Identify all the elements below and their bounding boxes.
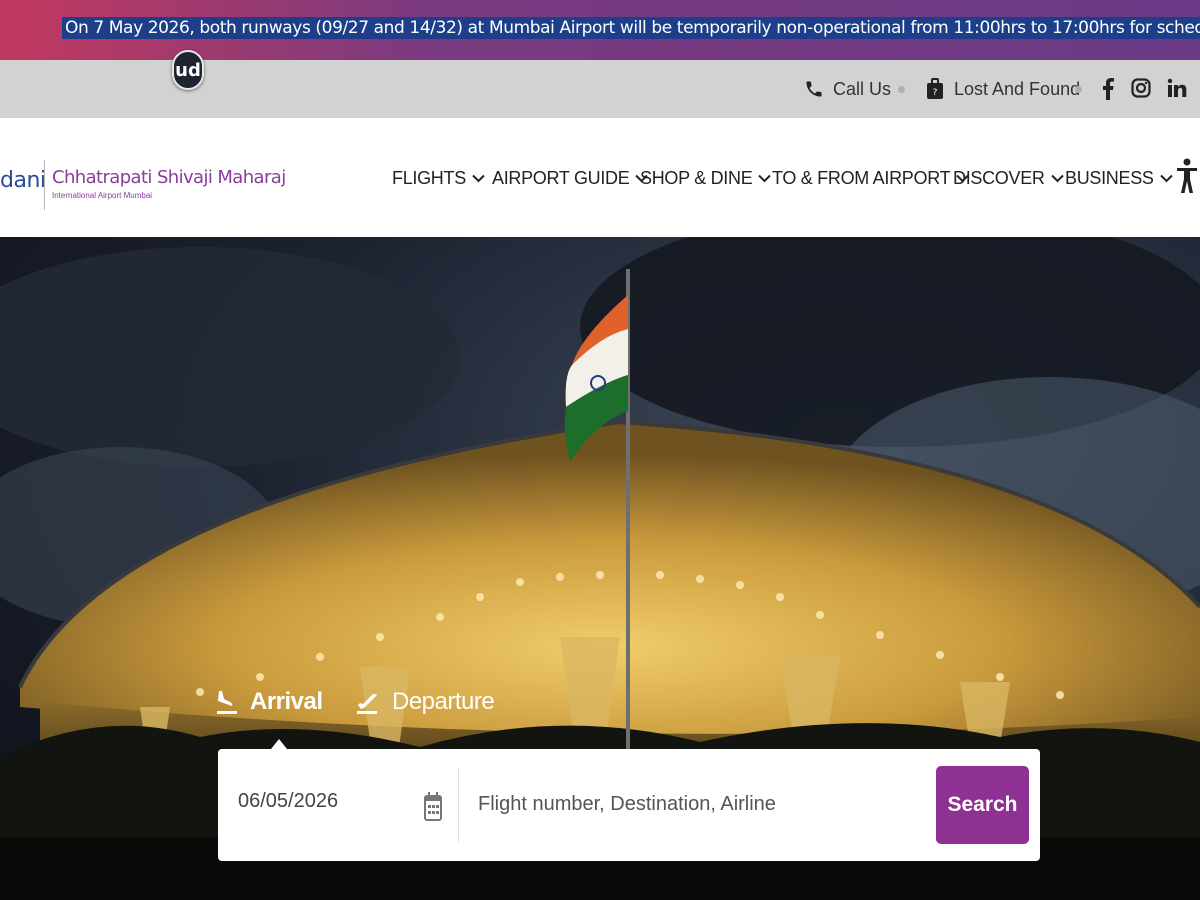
active-tab-pointer — [271, 739, 287, 749]
tab-arrival[interactable]: Arrival — [216, 688, 323, 716]
nav-airport-guide[interactable]: AIRPORT GUIDE — [492, 168, 649, 189]
instagram-icon — [1131, 78, 1151, 98]
nav-to-from-airport-label: TO & FROM AIRPORT — [772, 168, 951, 188]
luggage-icon: ? — [927, 78, 943, 99]
ud-badge[interactable]: ud — [172, 50, 204, 90]
instagram-link[interactable] — [1131, 78, 1151, 98]
call-us-label: Call Us — [833, 78, 892, 99]
linkedin-icon — [1167, 78, 1187, 97]
chevron-down-icon — [1159, 174, 1173, 183]
lost-found-label: Lost And Found — [954, 78, 1081, 99]
arrival-plane-icon — [217, 691, 237, 714]
facebook-icon — [1103, 78, 1114, 100]
nav-shop-dine[interactable]: SHOP & DINE — [640, 168, 772, 189]
svg-text:?: ? — [933, 88, 938, 98]
tab-departure[interactable]: Departure — [356, 688, 495, 716]
flight-search-input[interactable] — [478, 786, 918, 822]
calendar-icon[interactable] — [423, 790, 443, 822]
tab-arrival-label: Arrival — [250, 688, 323, 715]
lost-found-link[interactable]: ? Lost And Found — [926, 78, 1080, 100]
tab-departure-label: Departure — [392, 688, 495, 715]
chevron-down-icon — [1050, 174, 1064, 183]
logo-divider — [44, 160, 45, 210]
adani-logo-text[interactable]: dani — [0, 168, 46, 193]
field-divider — [458, 768, 459, 842]
date-field[interactable]: 06/05/2026 — [238, 790, 338, 813]
nav-to-from-airport[interactable]: TO & FROM AIRPORT — [772, 168, 969, 189]
accessibility-icon[interactable] — [1176, 158, 1198, 194]
nav-business[interactable]: BUSINESS — [1065, 168, 1173, 189]
facebook-link[interactable] — [1102, 78, 1114, 100]
nav-business-label: BUSINESS — [1065, 168, 1154, 188]
nav-discover-label: DISCOVER — [953, 168, 1045, 188]
separator-dot — [898, 86, 905, 93]
nav-flights-label: FLIGHTS — [392, 168, 466, 188]
nav-discover[interactable]: DISCOVER — [953, 168, 1064, 189]
airport-name[interactable]: Chhatrapati Shivaji Maharaj — [52, 167, 286, 188]
search-button[interactable]: Search — [936, 766, 1029, 844]
nav-flights[interactable]: FLIGHTS — [392, 168, 485, 189]
nav-airport-guide-label: AIRPORT GUIDE — [492, 168, 630, 188]
nav-shop-dine-label: SHOP & DINE — [640, 168, 753, 188]
chevron-down-icon — [472, 174, 485, 183]
chevron-down-icon — [758, 174, 772, 183]
airport-subtitle: International Airport Mumbai — [52, 191, 153, 200]
phone-icon — [806, 81, 822, 97]
separator-dot — [1075, 86, 1082, 93]
announcement-text[interactable]: On 7 May 2026, both runways (09/27 and 1… — [62, 17, 1200, 39]
departure-plane-icon — [357, 693, 377, 714]
linkedin-link[interactable] — [1167, 78, 1187, 98]
call-us-link[interactable]: Call Us — [804, 78, 891, 100]
